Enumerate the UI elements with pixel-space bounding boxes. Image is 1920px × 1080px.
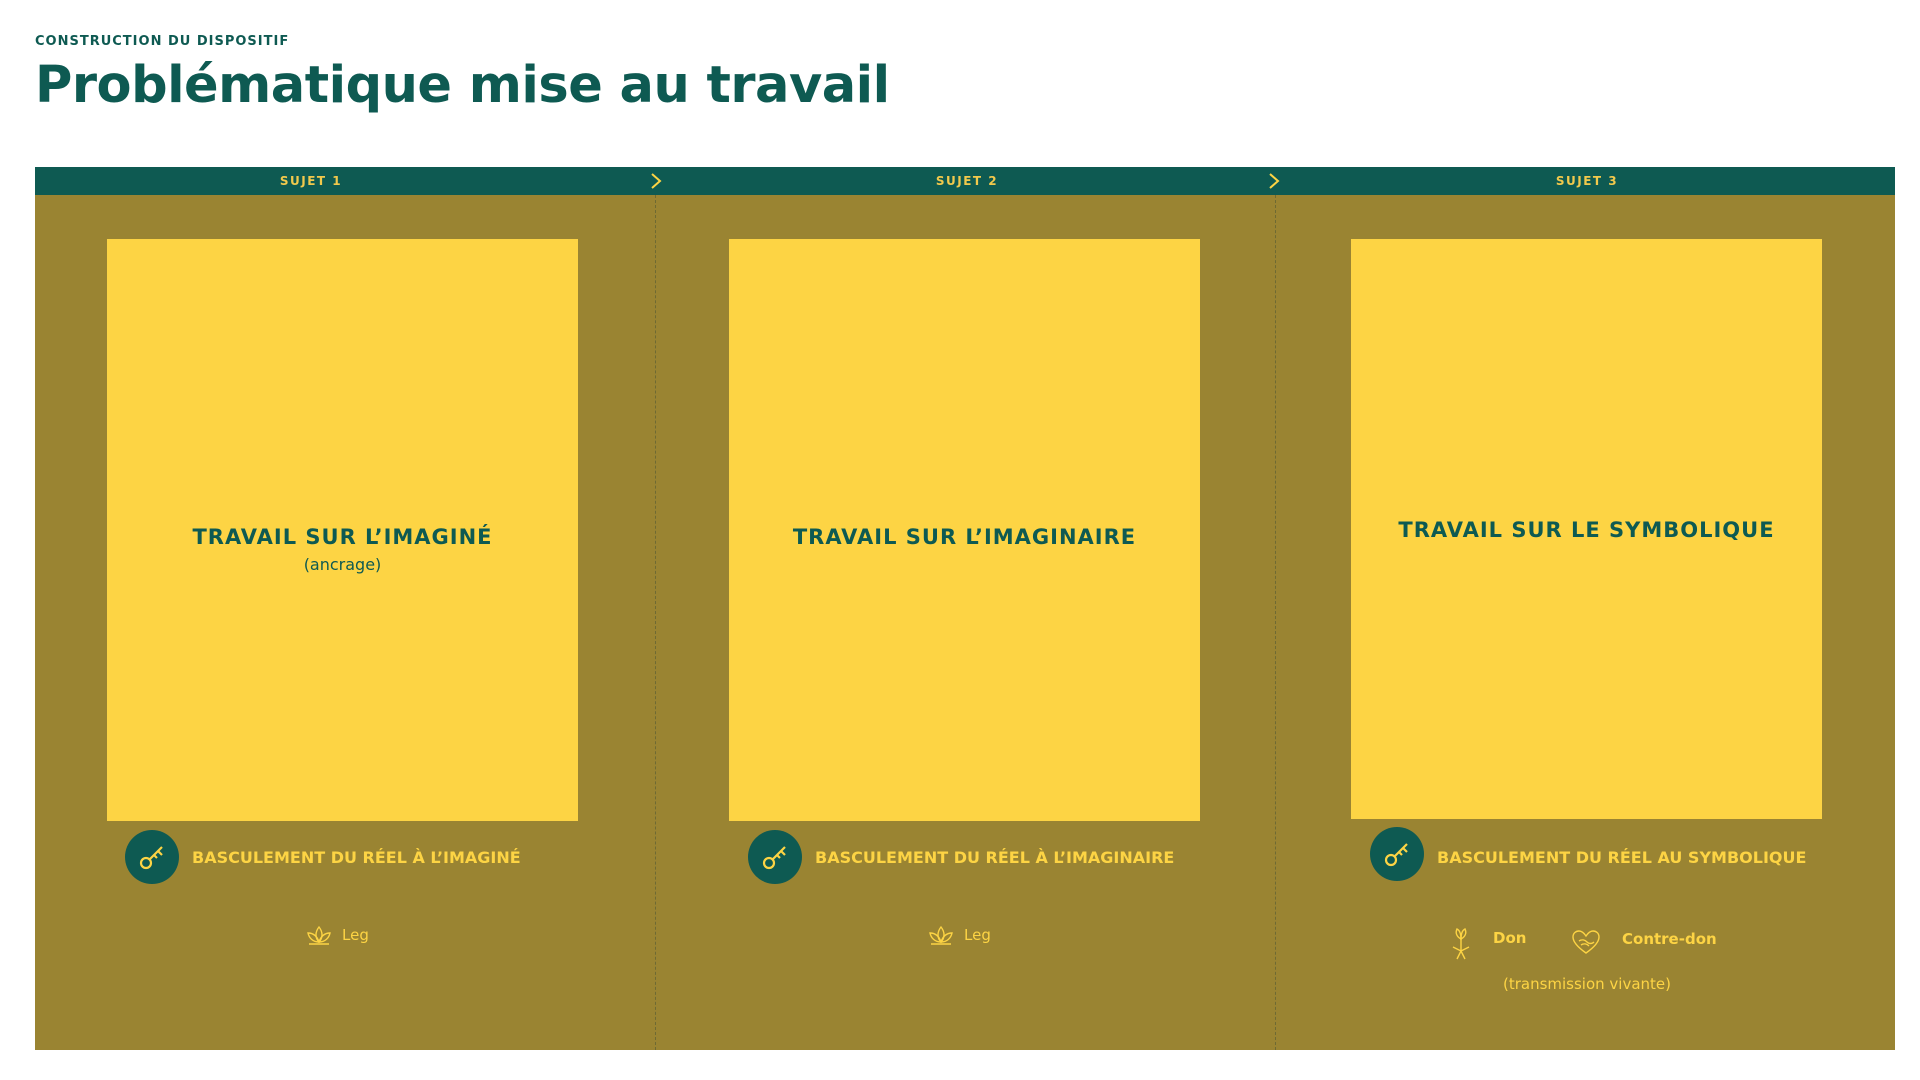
card-title: TRAVAIL SUR L’IMAGINAIRE — [792, 525, 1137, 549]
tag-label: Leg — [964, 926, 991, 944]
card-title: TRAVAIL SUR LE SYMBOLIQUE — [1398, 518, 1775, 542]
chevron-right-icon — [1269, 173, 1280, 189]
eyebrow-label: CONSTRUCTION DU DISPOSITIF — [35, 34, 290, 49]
column-divider — [655, 195, 656, 1050]
subject-2-card: TRAVAIL SUR L’IMAGINAIRE — [729, 239, 1200, 821]
lotus-icon — [929, 925, 953, 945]
subject-3-label: SUJET 3 — [1555, 174, 1619, 188]
tag-label: Leg — [342, 926, 369, 944]
tag-label: Contre-don — [1622, 930, 1717, 948]
key-icon — [125, 830, 179, 884]
chevron-right-icon — [651, 173, 662, 189]
key-icon — [748, 830, 802, 884]
subject-1-card: TRAVAIL SUR L’IMAGINÉ (ancrage) — [107, 239, 578, 821]
subject-header-bar: SUJET 1 SUJET 2 SUJET 3 — [35, 167, 1895, 195]
transmission-note: (transmission vivante) — [1502, 975, 1672, 993]
key-icon — [1370, 827, 1424, 881]
lotus-icon — [307, 925, 331, 945]
subject-3-card: TRAVAIL SUR LE SYMBOLIQUE — [1351, 239, 1822, 819]
subject-1-label: SUJET 1 — [279, 174, 343, 188]
plant-person-icon — [1452, 928, 1470, 960]
heart-hands-icon — [1572, 930, 1600, 954]
shift-label: BASCULEMENT DU RÉEL À L’IMAGINÉ — [192, 848, 521, 867]
subjects-panel: TRAVAIL SUR L’IMAGINÉ (ancrage) BASCULEM… — [35, 195, 1895, 1050]
shift-label: BASCULEMENT DU RÉEL À L’IMAGINAIRE — [815, 848, 1175, 867]
page-title: Problématique mise au travail — [35, 56, 890, 115]
card-title: TRAVAIL SUR L’IMAGINÉ — [192, 525, 493, 549]
card-subtitle: (ancrage) — [303, 555, 382, 574]
shift-label: BASCULEMENT DU RÉEL AU SYMBOLIQUE — [1437, 848, 1807, 867]
column-divider — [1275, 195, 1276, 1050]
subject-2-label: SUJET 2 — [935, 174, 999, 188]
tag-label: Don — [1493, 929, 1527, 947]
